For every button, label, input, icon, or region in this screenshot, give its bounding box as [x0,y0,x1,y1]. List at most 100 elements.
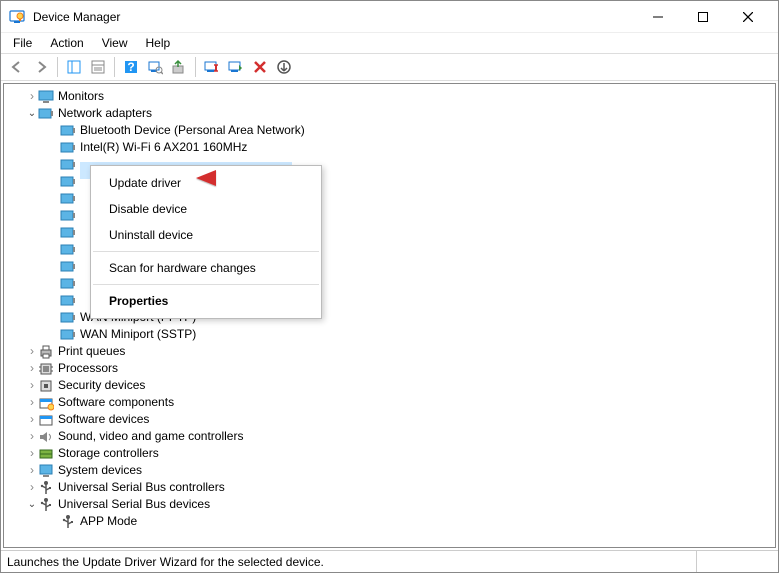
printer-icon [38,344,54,360]
close-button[interactable] [725,3,770,31]
expand-icon[interactable] [26,343,38,361]
tree-label: WAN Miniport (SSTP) [80,326,202,343]
tree-label: Storage controllers [58,445,165,462]
add-legacy-button[interactable] [272,55,296,79]
tree-label: Bluetooth Device (Personal Area Network) [80,122,311,139]
tree-node-software-components[interactable]: Software components [4,394,775,411]
toolbar-separator [114,57,115,77]
expand-icon[interactable] [26,394,38,412]
menubar: File Action View Help [1,33,778,53]
tree-label: Software components [58,394,180,411]
expand-icon[interactable] [26,411,38,429]
storage-controller-icon [38,446,54,462]
tree-item-wan-sstp[interactable]: WAN Miniport (SSTP) [4,326,775,343]
ctx-scan-hardware[interactable]: Scan for hardware changes [91,255,321,281]
network-adapter-icon [60,191,76,207]
forward-button[interactable] [29,55,53,79]
tree-label: Software devices [58,411,155,428]
window-title: Device Manager [33,10,635,24]
usb-icon [60,514,76,530]
tree-node-sound[interactable]: Sound, video and game controllers [4,428,775,445]
network-adapter-icon [60,208,76,224]
monitor-icon [38,89,54,105]
tree-label: Universal Serial Bus devices [58,496,216,513]
tree-node-usb-controllers[interactable]: Universal Serial Bus controllers [4,479,775,496]
collapse-icon[interactable] [26,496,38,513]
cpu-icon [38,361,54,377]
uninstall-device-button[interactable] [248,55,272,79]
update-driver-button[interactable] [167,55,191,79]
disable-device-button[interactable] [200,55,224,79]
back-button[interactable] [5,55,29,79]
tree-node-storage[interactable]: Storage controllers [4,445,775,462]
titlebar: Device Manager [1,1,778,33]
scan-hardware-button[interactable] [143,55,167,79]
network-adapter-icon [60,276,76,292]
tree-label: Processors [58,360,124,377]
menu-view[interactable]: View [94,34,136,52]
tree-node-print-queues[interactable]: Print queues [4,343,775,360]
properties-button[interactable] [86,55,110,79]
tree-label: APP Mode [80,513,143,530]
network-adapter-icon [60,140,76,156]
tree-item-app-mode[interactable]: APP Mode [4,513,775,530]
expand-icon[interactable] [26,479,38,497]
ctx-disable-device[interactable]: Disable device [91,196,321,222]
menu-help[interactable]: Help [138,34,179,52]
enable-device-button[interactable] [224,55,248,79]
tree-node-monitors[interactable]: Monitors [4,88,775,105]
tree-label: Universal Serial Bus controllers [58,479,231,496]
tree-node-processors[interactable]: Processors [4,360,775,377]
tree-label: Intel(R) Wi-Fi 6 AX201 160MHz [80,139,253,156]
collapse-icon[interactable] [26,105,38,122]
network-adapter-icon [60,225,76,241]
expand-icon[interactable] [26,445,38,463]
network-adapter-icon [38,106,54,122]
device-tree[interactable]: Monitors Network adapters Bluetooth Devi… [3,83,776,548]
menu-file[interactable]: File [5,34,40,52]
chip-icon [38,378,54,394]
minimize-button[interactable] [635,3,680,31]
statusbar-grip [696,551,772,572]
tree-label: Monitors [58,88,110,105]
network-adapter-icon [60,259,76,275]
window-controls [635,3,770,31]
app-icon [9,9,25,25]
help-button[interactable]: ? [119,55,143,79]
tree-node-security-devices[interactable]: Security devices [4,377,775,394]
tree-node-system-devices[interactable]: System devices [4,462,775,479]
network-adapter-icon [60,157,76,173]
tree-label: Security devices [58,377,151,394]
statusbar-text: Launches the Update Driver Wizard for th… [7,555,696,569]
expand-icon[interactable] [26,377,38,395]
annotation-arrow-icon [194,166,294,190]
network-adapter-icon [60,293,76,309]
usb-icon [38,480,54,496]
tree-node-usb-devices[interactable]: Universal Serial Bus devices [4,496,775,513]
expand-icon[interactable] [26,360,38,378]
toolbar-separator [195,57,196,77]
ctx-separator [93,251,319,252]
tree-node-network-adapters[interactable]: Network adapters [4,105,775,122]
show-hide-tree-button[interactable] [62,55,86,79]
computer-icon [38,463,54,479]
speaker-icon [38,429,54,445]
tree-item-bluetooth[interactable]: Bluetooth Device (Personal Area Network) [4,122,775,139]
expand-icon[interactable] [26,88,38,106]
expand-icon[interactable] [26,428,38,446]
usb-icon [38,497,54,513]
tree-label: Network adapters [58,105,158,122]
maximize-button[interactable] [680,3,725,31]
toolbar-separator [57,57,58,77]
tree-item-wifi[interactable]: Intel(R) Wi-Fi 6 AX201 160MHz [4,139,775,156]
software-component-icon [38,395,54,411]
menu-action[interactable]: Action [42,34,91,52]
network-adapter-icon [60,123,76,139]
expand-icon[interactable] [26,462,38,480]
tree-label: Sound, video and game controllers [58,428,249,445]
ctx-properties[interactable]: Properties [91,288,321,314]
ctx-uninstall-device[interactable]: Uninstall device [91,222,321,248]
statusbar: Launches the Update Driver Wizard for th… [1,550,778,572]
tree-node-software-devices[interactable]: Software devices [4,411,775,428]
network-adapter-icon [60,327,76,343]
